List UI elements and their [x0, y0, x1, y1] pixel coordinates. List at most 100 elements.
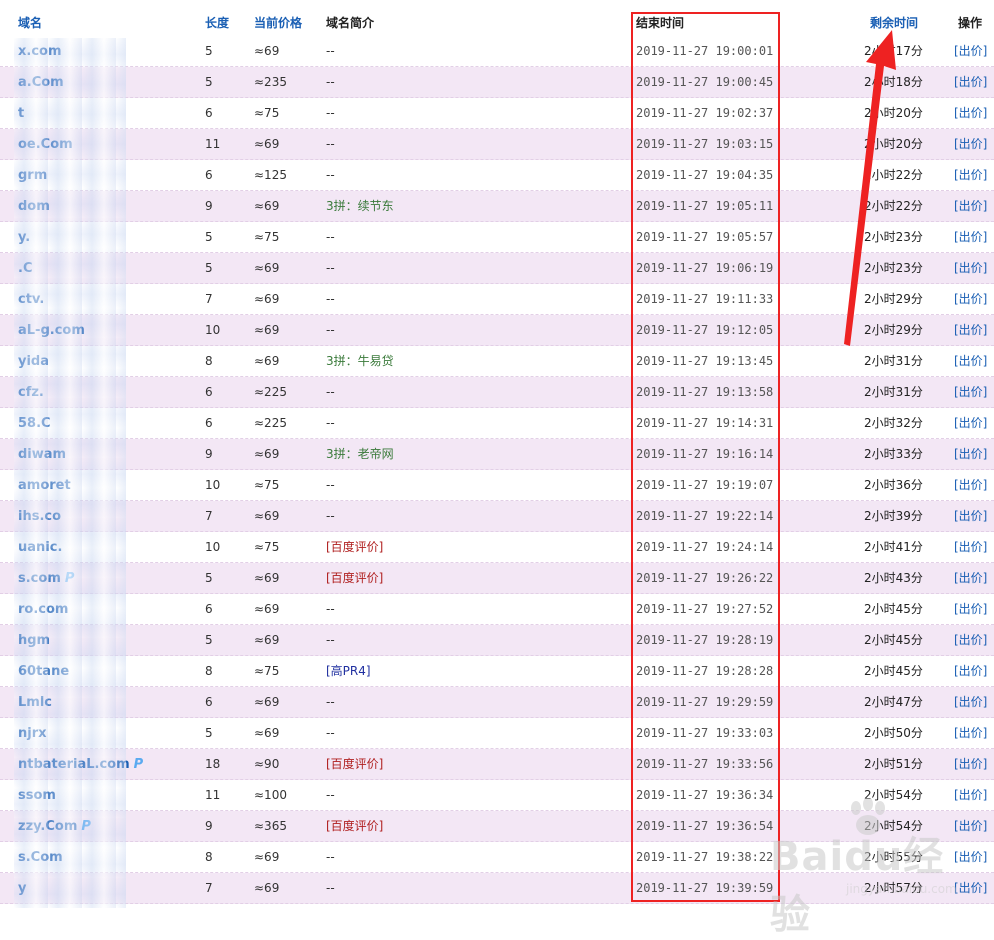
current-price: ≈100	[254, 788, 287, 802]
remaining-time: 2小时43分	[864, 571, 923, 585]
domain-name-link[interactable]: 60tane	[18, 664, 69, 679]
remaining-time: 2小时31分	[864, 354, 923, 368]
domain-name-link[interactable]: ctv.	[18, 292, 44, 307]
domain-intro: --	[326, 230, 335, 244]
bid-link[interactable]: [出价]	[954, 540, 987, 555]
bid-link[interactable]: [出价]	[954, 230, 987, 245]
bid-link[interactable]: [出价]	[954, 385, 987, 400]
domain-intro: --	[326, 75, 335, 89]
bid-link[interactable]: [出价]	[954, 602, 987, 617]
domain-name-link[interactable]: yida	[18, 354, 49, 369]
domain-name-link[interactable]: zzy.Com	[18, 819, 77, 834]
domain-length: 18	[205, 757, 221, 771]
table-row: y. 5 ≈75 -- 2019-11-27 19:05:57 2小时23分 [出价]	[0, 222, 994, 253]
current-price: ≈69	[254, 850, 280, 864]
bid-link[interactable]: [出价]	[954, 168, 987, 183]
bid-link[interactable]: [出价]	[954, 292, 987, 307]
remaining-time: 2小时17分	[864, 44, 923, 58]
domain-name-link[interactable]: Lmlc	[18, 695, 52, 710]
end-time: 2019-11-27 19:24:14	[636, 540, 774, 554]
bid-link[interactable]: [出价]	[954, 726, 987, 741]
bid-link[interactable]: [出价]	[954, 416, 987, 431]
domain-name-link[interactable]: y	[18, 881, 26, 896]
bid-link[interactable]: [出价]	[954, 664, 987, 679]
bid-link[interactable]: [出价]	[954, 478, 987, 493]
bid-link[interactable]: [出价]	[954, 850, 987, 865]
bid-link[interactable]: [出价]	[954, 354, 987, 369]
current-price: ≈69	[254, 602, 280, 616]
domain-intro[interactable]: [百度评价]	[326, 819, 383, 834]
domain-intro[interactable]: [百度评价]	[326, 757, 383, 772]
domain-name-link[interactable]: y.	[18, 230, 30, 245]
table-row: ihs.co 7 ≈69 -- 2019-11-27 19:22:14 2小时39分 [出价…	[0, 501, 994, 532]
domain-name-link[interactable]: ro.com	[18, 602, 68, 617]
domain-name-link[interactable]: s.Com	[18, 850, 63, 865]
bid-link[interactable]: [出价]	[954, 788, 987, 803]
domain-name-link[interactable]: amoret	[18, 478, 71, 493]
p-badge-icon: P	[133, 757, 144, 772]
bid-link[interactable]: [出价]	[954, 447, 987, 462]
domain-name-link[interactable]: x.com	[18, 44, 62, 59]
table-row: zzy.Com P 9 ≈365 [百度评价] 2019-11-27 19:36:54 2小…	[0, 811, 994, 842]
end-time: 2019-11-27 19:03:15	[636, 137, 774, 151]
table-row: ssom 11 ≈100 -- 2019-11-27 19:36:34 2小时54分 [出价…	[0, 780, 994, 811]
table-row: cfz. 6 ≈225 -- 2019-11-27 19:13:58 2小时31分 [出价]	[0, 377, 994, 408]
domain-intro[interactable]: [高PR4]	[326, 664, 371, 679]
header-price[interactable]: 当前价格	[254, 14, 302, 31]
bid-link[interactable]: [出价]	[954, 137, 987, 152]
domain-name-link[interactable]: a.Com	[18, 75, 64, 90]
current-price: ≈69	[254, 571, 280, 585]
remaining-time: 2小时54分	[864, 819, 923, 833]
bid-link[interactable]: [出价]	[954, 44, 987, 59]
domain-name-link[interactable]: s.com	[18, 571, 61, 586]
bid-link[interactable]: [出价]	[954, 106, 987, 121]
domain-name-link[interactable]: 58.C	[18, 416, 51, 431]
end-time: 2019-11-27 19:04:35	[636, 168, 774, 182]
remaining-time: 2小时33分	[864, 447, 923, 461]
header-length[interactable]: 长度	[205, 14, 229, 31]
header-end-time: 结束时间	[636, 16, 685, 30]
bid-link[interactable]: [出价]	[954, 881, 987, 896]
domain-name-link[interactable]: cfz.	[18, 385, 44, 400]
domain-intro: --	[326, 788, 335, 802]
domain-length: 6	[205, 416, 213, 430]
bid-link[interactable]: [出价]	[954, 509, 987, 524]
domain-name-link[interactable]: ntbateriaL.com	[18, 757, 130, 772]
bid-link[interactable]: [出价]	[954, 633, 987, 648]
p-badge-icon: P	[64, 571, 75, 586]
bid-link[interactable]: [出价]	[954, 819, 987, 834]
end-time: 2019-11-27 19:13:45	[636, 354, 774, 368]
domain-name-link[interactable]: .C	[18, 261, 32, 276]
domain-name-link[interactable]: uanic.	[18, 540, 62, 555]
domain-name-link[interactable]: diwam	[18, 447, 66, 462]
bid-link[interactable]: [出价]	[954, 695, 987, 710]
domain-name-link[interactable]: hgm	[18, 633, 50, 648]
bid-link[interactable]: [出价]	[954, 757, 987, 772]
domain-length: 10	[205, 540, 221, 554]
bid-link[interactable]: [出价]	[954, 323, 987, 338]
bid-link[interactable]: [出价]	[954, 199, 987, 214]
current-price: ≈75	[254, 664, 280, 678]
header-domain[interactable]: 域名	[18, 14, 42, 31]
domain-name-link[interactable]: dom	[18, 199, 50, 214]
domain-length: 5	[205, 261, 213, 275]
domain-name-link[interactable]: t	[18, 106, 24, 121]
domain-name-link[interactable]: ssom	[18, 788, 56, 803]
bid-link[interactable]: [出价]	[954, 571, 987, 586]
domain-name-link[interactable]: grm	[18, 168, 47, 183]
table-row: 58.C 6 ≈225 -- 2019-11-27 19:14:31 2小时32分 [出价]	[0, 408, 994, 439]
current-price: ≈69	[254, 633, 280, 647]
domain-name-link[interactable]: ihs.co	[18, 509, 61, 524]
end-time: 2019-11-27 19:36:34	[636, 788, 774, 802]
header-remaining[interactable]: 剩余时间	[870, 14, 918, 31]
remaining-time: 2小时23分	[864, 261, 923, 275]
domain-intro[interactable]: [百度评价]	[326, 540, 383, 555]
domain-intro[interactable]: [百度评价]	[326, 571, 383, 586]
end-time: 2019-11-27 19:05:57	[636, 230, 774, 244]
domain-name-link[interactable]: aL-g.com	[18, 323, 85, 338]
bid-link[interactable]: [出价]	[954, 75, 987, 90]
domain-name-link[interactable]: njrx	[18, 726, 47, 741]
bid-link[interactable]: [出价]	[954, 261, 987, 276]
table-row: yida 8 ≈69 3拼：牛易贷 2019-11-27 19:13:45 2小时31分 […	[0, 346, 994, 377]
domain-name-link[interactable]: oe.Com	[18, 137, 73, 152]
